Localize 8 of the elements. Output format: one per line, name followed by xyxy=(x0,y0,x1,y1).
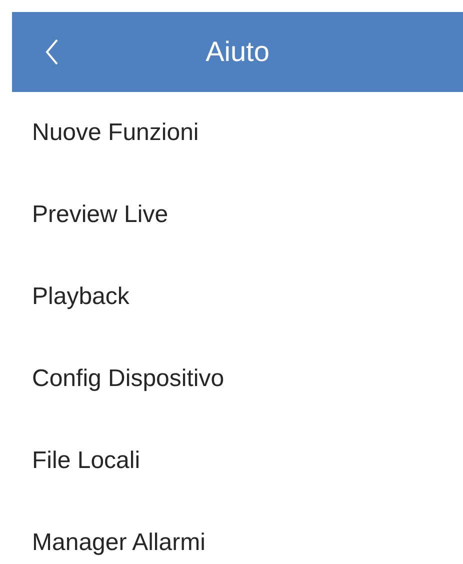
header-title: Aiuto xyxy=(206,35,270,69)
menu-item[interactable]: Nuove Funzioni xyxy=(32,115,199,151)
menu-item[interactable]: Playback xyxy=(32,279,130,315)
menu-item[interactable]: Preview Live xyxy=(32,197,168,233)
menu-item[interactable]: File Locali xyxy=(32,443,140,479)
menu-item[interactable]: Config Dispositivo xyxy=(32,361,224,397)
menu-item[interactable]: Manager Allarmi xyxy=(32,525,206,561)
back-icon xyxy=(45,38,59,66)
